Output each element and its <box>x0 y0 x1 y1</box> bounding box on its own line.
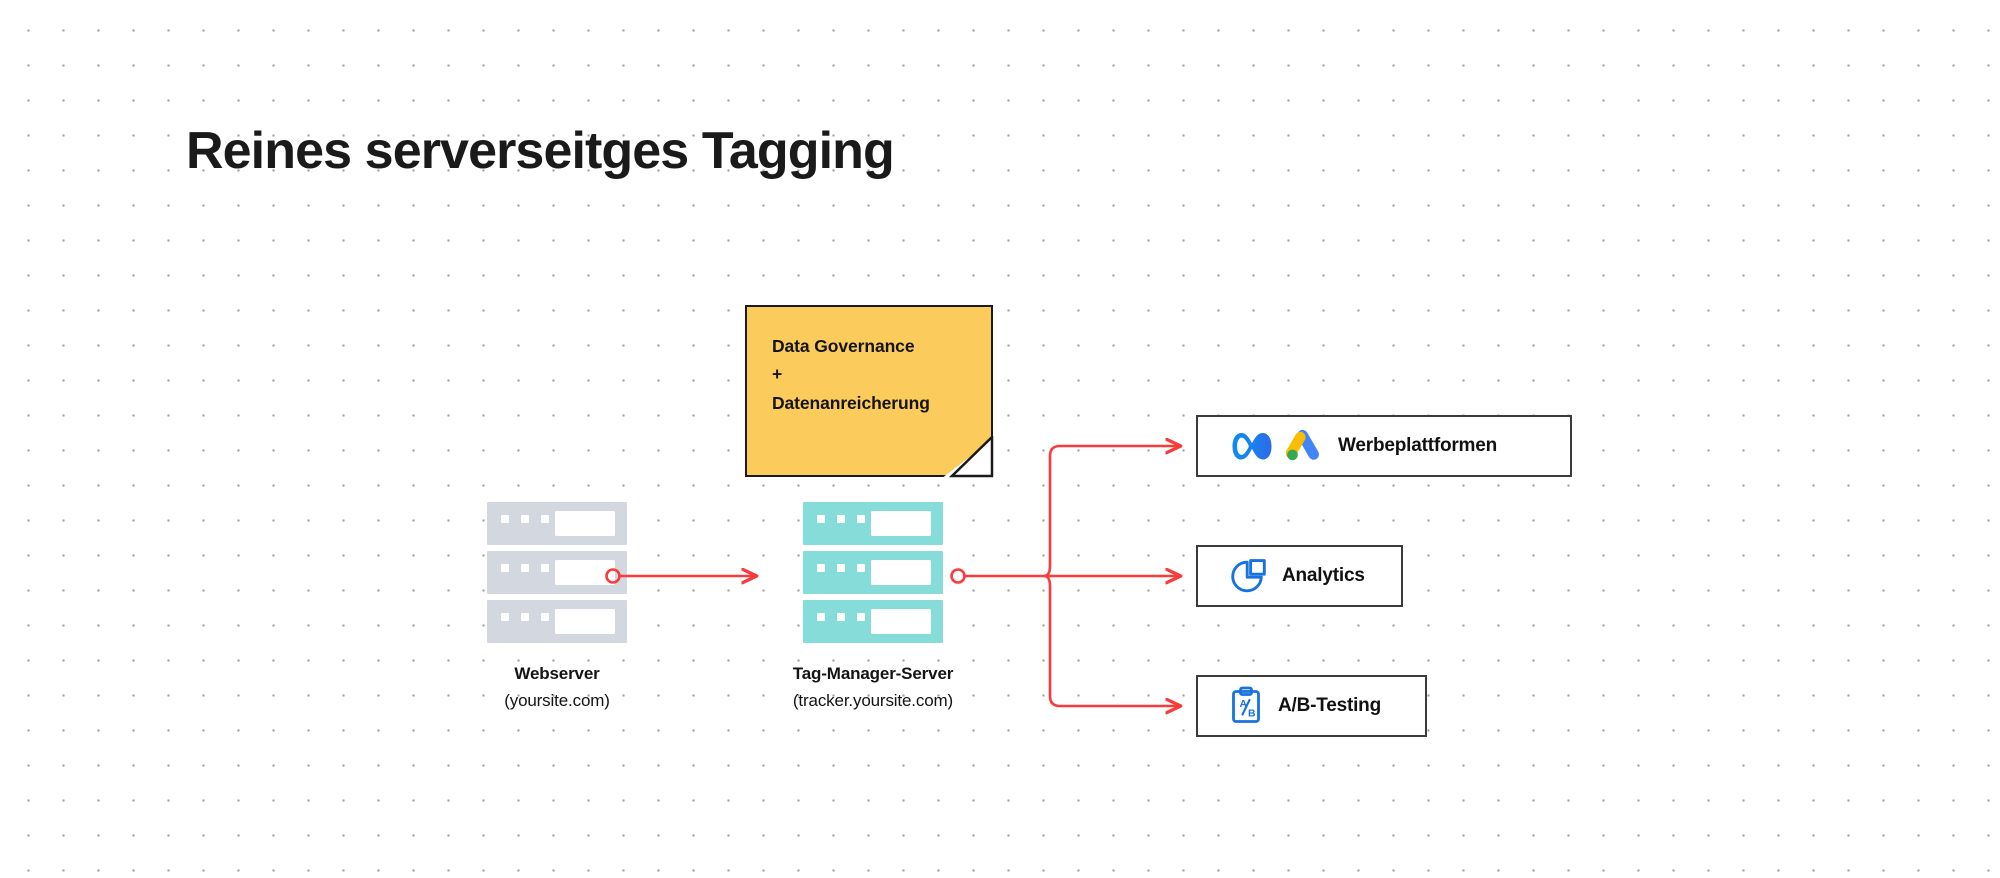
diagram-canvas: Reines serverseitges Tagging Data Govern… <box>0 0 2000 878</box>
server-slot <box>555 609 615 634</box>
pie-chart-icon <box>1231 559 1266 593</box>
server-leds-icon <box>501 613 549 621</box>
server-leds-icon <box>817 515 865 523</box>
webserver-label: Webserver (yoursite.com) <box>437 663 677 713</box>
sticky-note-line-1: Data Governance <box>772 336 915 356</box>
destination-ab-testing[interactable]: A B A/B-Testing <box>1196 675 1427 737</box>
webserver-host: (yoursite.com) <box>504 690 610 710</box>
destination-werbeplattformen[interactable]: Werbeplattformen <box>1196 415 1572 477</box>
server-unit <box>487 551 627 594</box>
werbeplattformen-label: Werbeplattformen <box>1338 435 1498 456</box>
server-slot <box>555 511 615 536</box>
data-governance-sticky-note: Data Governance + Datenanreicherung <box>745 305 994 478</box>
webserver-node <box>487 502 627 649</box>
server-slot <box>871 511 931 536</box>
clipboard-ab-icon: A B <box>1232 686 1260 723</box>
ab-testing-label: A/B-Testing <box>1278 695 1381 716</box>
server-unit <box>803 551 943 594</box>
destination-analytics[interactable]: Analytics <box>1196 545 1403 607</box>
server-leds-icon <box>817 613 865 621</box>
page-title: Reines serverseitges Tagging <box>186 122 895 180</box>
server-slot <box>871 609 931 634</box>
server-unit <box>487 600 627 643</box>
sticky-note-text: Data Governance + Datenanreicherung <box>772 332 979 417</box>
server-unit <box>487 502 627 545</box>
server-slot <box>555 560 615 585</box>
werbeplattformen-icons <box>1228 428 1324 464</box>
meta-logo-icon <box>1232 433 1272 460</box>
sticky-note-line-2: + <box>772 364 783 385</box>
clipboard-b-letter: B <box>1248 708 1256 720</box>
analytics-label: Analytics <box>1282 565 1365 586</box>
tag-manager-server-label: Tag-Manager-Server (tracker.yoursite.com… <box>753 663 993 713</box>
server-unit <box>803 502 943 545</box>
google-ads-logo-icon <box>1286 429 1320 461</box>
tag-manager-server-host: (tracker.yoursite.com) <box>792 690 954 710</box>
server-slot <box>871 560 931 585</box>
server-leds-icon <box>501 564 549 572</box>
analytics-icons <box>1228 557 1268 595</box>
ab-testing-icons: A B <box>1228 686 1264 726</box>
server-unit <box>803 600 943 643</box>
webserver-name: Webserver <box>514 664 600 683</box>
tag-manager-server-node <box>803 502 943 649</box>
server-leds-icon <box>501 515 549 523</box>
tag-manager-server-name: Tag-Manager-Server <box>792 664 954 683</box>
server-leds-icon <box>817 564 865 572</box>
sticky-note-line-3: Datenanreicherung <box>772 392 930 413</box>
